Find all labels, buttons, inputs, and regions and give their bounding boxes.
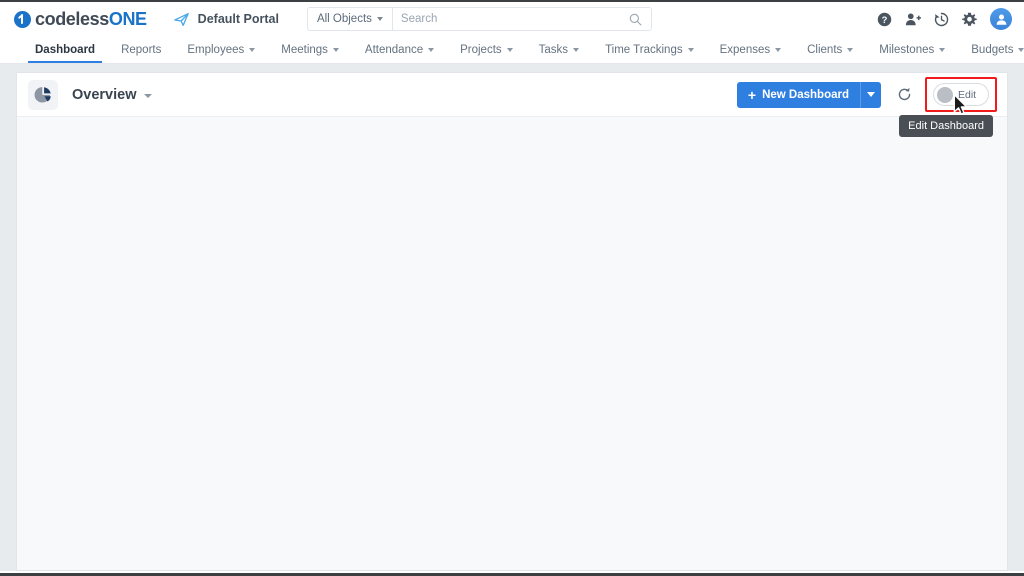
logo-text-primary: codeless [35, 8, 109, 29]
chevron-down-icon[interactable] [143, 93, 152, 98]
object-filter-dropdown[interactable]: All Objects [308, 8, 393, 30]
nav-tab-milestones[interactable]: Milestones [866, 36, 958, 63]
main-navigation: Dashboard Reports Employees Meetings Att… [0, 36, 1024, 64]
chevron-down-icon [506, 47, 513, 52]
chevron-down-icon [573, 47, 580, 52]
chevron-down-icon [428, 47, 435, 52]
nav-tab-budgets[interactable]: Budgets [958, 36, 1024, 63]
edit-dashboard-toggle[interactable]: Edit [933, 83, 989, 106]
object-filter-label: All Objects [316, 13, 372, 25]
search-icon[interactable] [629, 13, 642, 26]
nav-tab-expenses[interactable]: Expenses [707, 36, 795, 63]
top-bar: codelessONE Default Portal All Objects S… [0, 2, 1024, 36]
topbar-actions: ? [877, 8, 1012, 30]
dashboard-header: Overview + New Dashboard Edit Edit Dashb… [17, 73, 1007, 137]
chevron-down-icon [939, 47, 946, 52]
nav-tab-label: Attendance [364, 43, 424, 56]
portal-selector[interactable]: Default Portal [173, 12, 279, 27]
nav-tab-label: Projects [460, 43, 502, 56]
dashboard-body [17, 117, 1007, 570]
nav-tab-meetings[interactable]: Meetings [268, 36, 352, 63]
settings-gear-icon[interactable] [962, 12, 977, 27]
edit-toggle-label: Edit [958, 88, 977, 101]
add-user-icon[interactable] [905, 12, 921, 27]
nav-tab-label: Time Trackings [605, 43, 683, 56]
chevron-down-icon [775, 47, 782, 52]
nav-tab-dashboard[interactable]: Dashboard [22, 36, 108, 63]
nav-tab-label: Clients [807, 43, 843, 56]
codeless-one-logo-icon [14, 10, 31, 28]
new-dashboard-label: New Dashboard [762, 88, 849, 101]
application-window: codelessONE Default Portal All Objects S… [0, 0, 1024, 576]
user-icon [996, 14, 1006, 25]
nav-tab-employees[interactable]: Employees [174, 36, 268, 63]
nav-tab-label: Employees [187, 43, 245, 56]
nav-tab-label: Tasks [538, 43, 569, 56]
dashboard-icon-container [28, 79, 58, 110]
nav-tab-clients[interactable]: Clients [794, 36, 866, 63]
dashboard-actions: + New Dashboard Edit [736, 77, 997, 115]
nav-tab-label: Meetings [281, 43, 328, 56]
page-content: Overview + New Dashboard Edit Edit Dashb… [0, 64, 1024, 571]
chevron-down-icon [1018, 47, 1024, 52]
nav-tab-tasks[interactable]: Tasks [526, 36, 592, 63]
nav-tab-attendance[interactable]: Attendance [352, 36, 447, 63]
nav-tab-projects[interactable]: Projects [447, 36, 526, 63]
pie-chart-icon [34, 86, 51, 103]
page-title: Overview [72, 86, 137, 103]
nav-tab-label: Milestones [879, 43, 935, 56]
nav-tab-label: Dashboard [35, 43, 96, 56]
portal-name: Default Portal [197, 12, 279, 26]
chevron-down-icon [376, 17, 383, 21]
search-input[interactable] [392, 8, 629, 30]
edit-dashboard-highlight: Edit [925, 77, 997, 115]
new-dashboard-button[interactable]: + New Dashboard [736, 81, 860, 108]
logo-text: codelessONE [35, 9, 147, 30]
toggle-knob [937, 86, 953, 103]
nav-tab-reports[interactable]: Reports [108, 36, 174, 63]
app-logo[interactable]: codelessONE [14, 9, 147, 30]
svg-text:?: ? [882, 14, 888, 24]
nav-tab-label: Reports [121, 43, 162, 56]
refresh-button[interactable] [890, 82, 918, 108]
dashboard-card: Overview + New Dashboard Edit Edit Dashb… [16, 72, 1008, 571]
chevron-down-icon [687, 47, 694, 52]
paper-plane-icon [173, 12, 189, 26]
nav-tab-label: Expenses [719, 43, 771, 56]
nav-tab-label: Budgets [971, 43, 1014, 56]
nav-tab-time-trackings[interactable]: Time Trackings [592, 36, 707, 63]
plus-icon: + [747, 86, 757, 103]
logo-text-accent: ONE [108, 8, 147, 29]
help-icon[interactable]: ? [877, 12, 892, 27]
chevron-down-icon [249, 47, 256, 52]
search-bar: All Objects [306, 7, 652, 31]
chevron-down-icon [867, 92, 875, 97]
history-icon[interactable] [934, 12, 949, 27]
refresh-icon [898, 87, 910, 101]
new-dashboard-dropdown-button[interactable] [860, 81, 881, 108]
edit-dashboard-tooltip: Edit Dashboard [899, 115, 993, 137]
user-avatar[interactable] [990, 8, 1012, 30]
chevron-down-icon [332, 47, 339, 52]
chevron-down-icon [847, 47, 854, 52]
